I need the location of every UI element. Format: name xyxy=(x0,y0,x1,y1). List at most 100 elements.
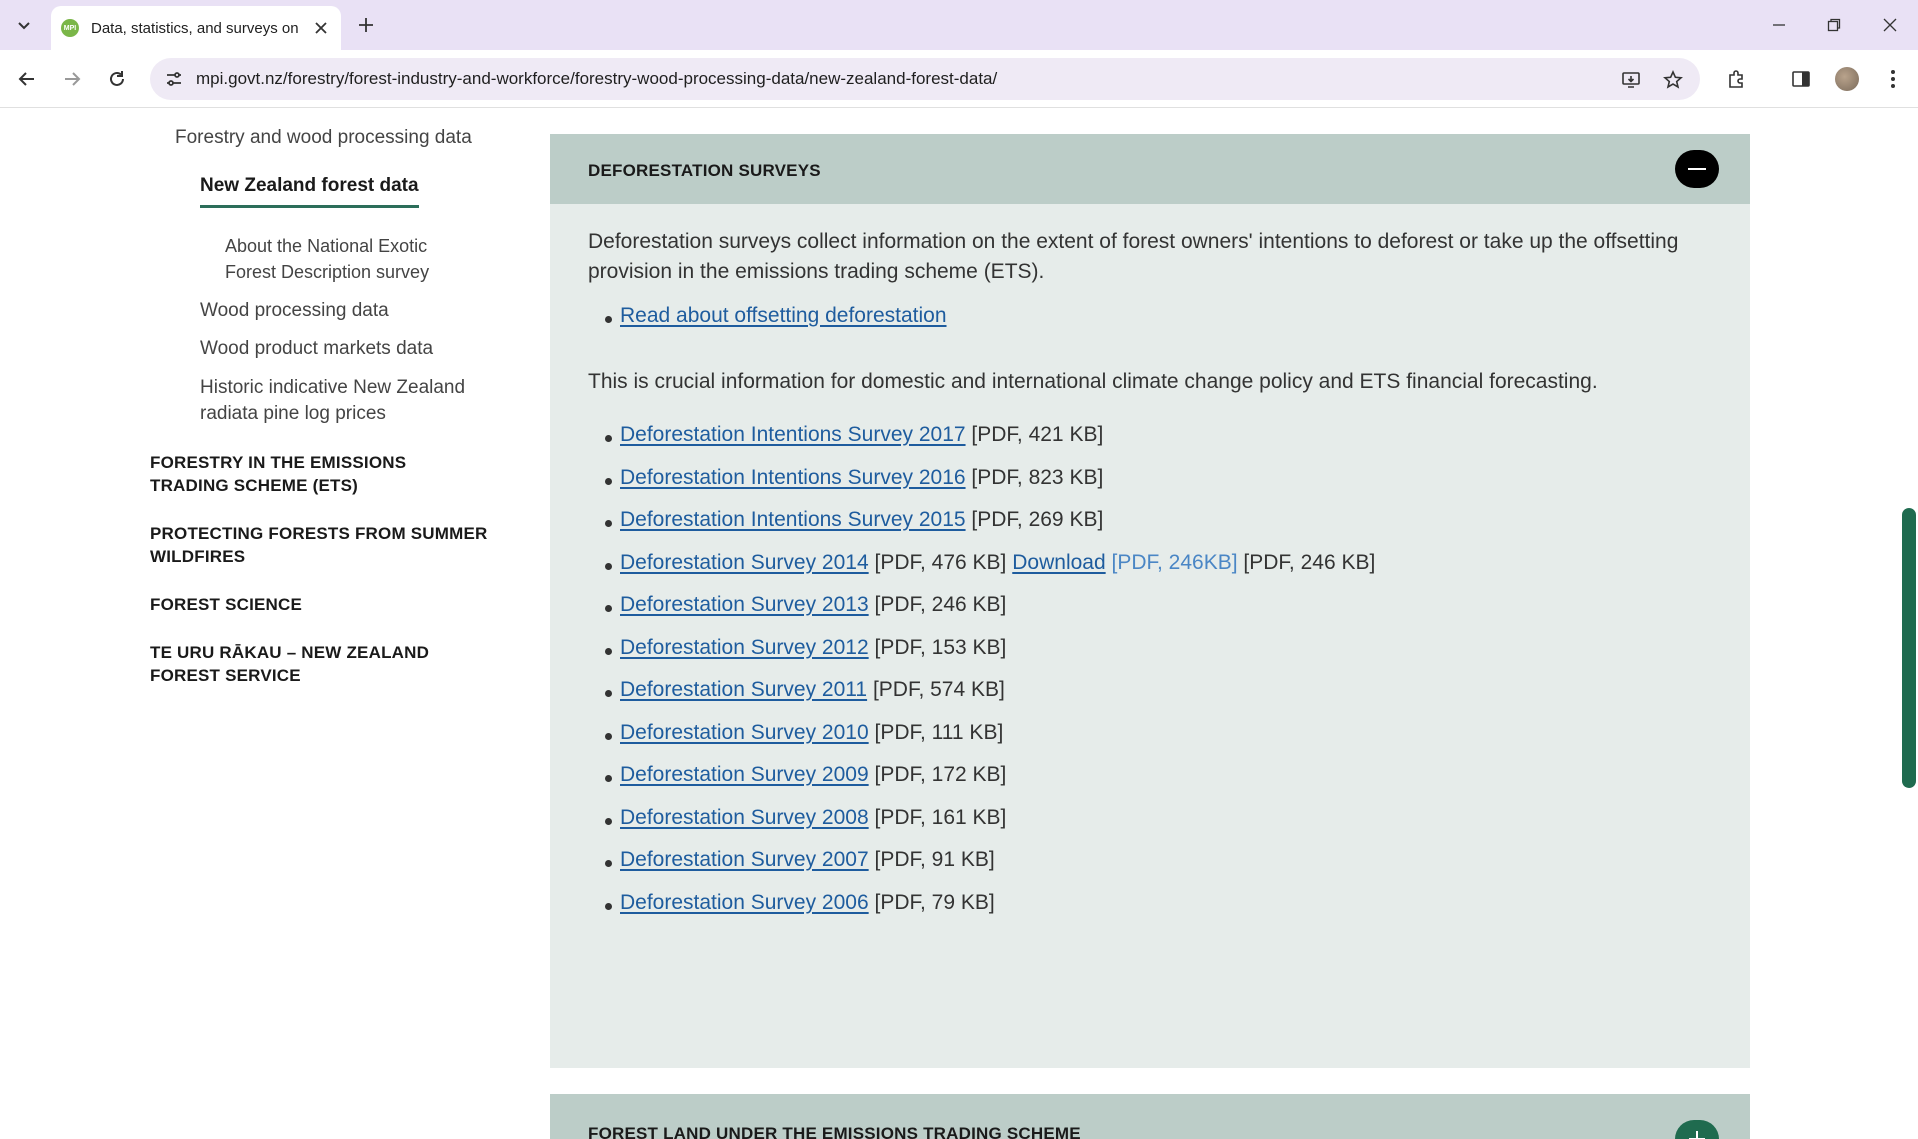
sidebar-item-wildfires[interactable]: PROTECTING FORESTS FROM SUMMER WILDFIRES xyxy=(150,522,490,568)
mpi-favicon-icon: MPI xyxy=(61,19,79,37)
sidebar-item-current[interactable]: New Zealand forest data xyxy=(200,173,419,208)
install-app-button[interactable] xyxy=(1618,67,1644,93)
collapse-button[interactable] xyxy=(1675,150,1719,188)
accordion-header[interactable]: FOREST LAND UNDER THE EMISSIONS TRADING … xyxy=(550,1094,1750,1139)
active-tab[interactable]: MPI Data, statistics, and surveys on xyxy=(51,6,341,50)
download-meta[interactable]: [PDF, 246KB] xyxy=(1112,551,1238,574)
reload-icon xyxy=(110,71,124,86)
tune-icon xyxy=(167,72,181,86)
new-tab-button[interactable] xyxy=(352,11,380,39)
side-panel-icon xyxy=(1792,71,1810,87)
list-item: Deforestation Intentions Survey 2015 [PD… xyxy=(604,508,1104,532)
address-bar[interactable]: mpi.govt.nz/forestry/forest-industry-and… xyxy=(150,58,1700,100)
list-item: Read about offsetting deforestation xyxy=(605,304,947,328)
reload-button[interactable] xyxy=(101,63,133,95)
list-item: Deforestation Survey 2006 [PDF, 79 KB] xyxy=(605,891,995,915)
sidebar-item-log-prices[interactable]: Historic indicative New Zealand radiata … xyxy=(200,375,470,427)
page-content: Forestry and wood processing data New Ze… xyxy=(0,109,1918,1139)
list-item: Deforestation Survey 2008 [PDF, 161 KB] xyxy=(604,806,1007,830)
install-icon xyxy=(1622,72,1640,88)
window-close-button[interactable] xyxy=(1870,8,1910,42)
file-meta: [PDF, 823 KB] xyxy=(971,466,1104,489)
list-item: Deforestation Survey 2007 [PDF, 91 KB] xyxy=(605,848,995,872)
file-meta: [PDF, 172 KB] xyxy=(874,763,1007,786)
forest-land-ets-accordion: FOREST LAND UNDER THE EMISSIONS TRADING … xyxy=(550,1094,1750,1139)
plus-icon xyxy=(1689,1131,1705,1139)
minimize-button[interactable] xyxy=(1759,8,1799,42)
more-vert-icon xyxy=(1891,70,1895,88)
forward-button[interactable] xyxy=(56,63,88,95)
file-meta: [PDF, 111 KB] xyxy=(874,721,1004,744)
puzzle-icon xyxy=(1729,70,1743,88)
survey-link[interactable]: Deforestation Survey 2006 xyxy=(620,891,869,914)
restore-icon xyxy=(1827,18,1841,32)
file-meta: [PDF, 269 KB] xyxy=(971,508,1104,531)
file-meta: [PDF, 574 KB] xyxy=(872,678,1005,701)
bookmark-button[interactable] xyxy=(1660,67,1686,93)
arrow-right-icon xyxy=(65,72,81,86)
url-text[interactable]: mpi.govt.nz/forestry/forest-industry-and… xyxy=(196,69,997,89)
survey-link[interactable]: Deforestation Survey 2009 xyxy=(620,763,869,786)
sidebar-item-wood-markets[interactable]: Wood product markets data xyxy=(200,336,433,362)
accordion-title: FOREST LAND UNDER THE EMISSIONS TRADING … xyxy=(588,1124,1081,1139)
sidebar-item-ets[interactable]: FORESTRY IN THE EMISSIONS TRADING SCHEME… xyxy=(150,451,490,497)
restore-button[interactable] xyxy=(1814,8,1854,42)
extensions-button[interactable] xyxy=(1720,63,1752,95)
file-meta: [PDF, 476 KB] xyxy=(874,551,1007,574)
list-item: Deforestation Survey 2014 [PDF, 476 KB] … xyxy=(604,551,1376,575)
survey-link[interactable]: Deforestation Survey 2010 xyxy=(620,721,869,744)
list-item: Deforestation Survey 2009 [PDF, 172 KB] xyxy=(604,763,1007,787)
file-meta: [PDF, 246 KB] xyxy=(1243,551,1376,574)
sidebar-item-wood-processing-data-parent[interactable]: Forestry and wood processing data xyxy=(175,127,472,149)
tab-title: Data, statistics, and surveys on xyxy=(91,19,299,37)
survey-link[interactable]: Deforestation Intentions Survey 2016 xyxy=(620,466,966,489)
site-info-button[interactable] xyxy=(162,67,186,91)
file-meta: [PDF, 91 KB] xyxy=(874,848,995,871)
star-icon xyxy=(1663,70,1683,89)
list-item: Deforestation Survey 2010 [PDF, 111 KB] xyxy=(604,721,1004,745)
close-icon xyxy=(1883,18,1897,32)
browser-toolbar: mpi.govt.nz/forestry/forest-industry-and… xyxy=(0,50,1918,108)
list-item: Deforestation Survey 2013 [PDF, 246 KB] xyxy=(604,593,1007,617)
intro-paragraph: Deforestation surveys collect informatio… xyxy=(588,230,1679,283)
list-item: Deforestation Intentions Survey 2016 [PD… xyxy=(604,466,1104,490)
survey-link[interactable]: Deforestation Survey 2007 xyxy=(620,848,869,871)
accordion-header[interactable]: DEFORESTATION SURVEYS xyxy=(550,134,1750,204)
survey-link[interactable]: Deforestation Survey 2008 xyxy=(620,806,869,829)
scrollbar-thumb[interactable] xyxy=(1902,508,1916,788)
list-item: Deforestation Intentions Survey 2017 [PD… xyxy=(604,423,1104,447)
tab-search-button[interactable] xyxy=(10,11,38,39)
back-button[interactable] xyxy=(11,63,43,95)
side-panel-button[interactable] xyxy=(1785,63,1817,95)
avatar xyxy=(1835,67,1859,91)
list-item: Deforestation Survey 2012 [PDF, 153 KB] xyxy=(604,636,1006,660)
file-meta: [PDF, 421 KB] xyxy=(971,423,1104,446)
close-icon xyxy=(315,22,327,34)
tab-close-button[interactable] xyxy=(311,18,331,38)
menu-button[interactable] xyxy=(1877,63,1909,95)
file-meta: [PDF, 161 KB] xyxy=(874,806,1007,829)
survey-link[interactable]: Deforestation Survey 2011 xyxy=(620,678,867,701)
deforestation-surveys-accordion: DEFORESTATION SURVEYS Deforestation surv… xyxy=(550,134,1750,1068)
sidebar-item-wood-processing[interactable]: Wood processing data xyxy=(200,298,389,324)
survey-link[interactable]: Deforestation Survey 2014 xyxy=(620,551,869,574)
profile-button[interactable] xyxy=(1831,63,1863,95)
arrow-left-icon xyxy=(18,72,34,86)
survey-link[interactable]: Deforestation Intentions Survey 2017 xyxy=(620,423,966,446)
survey-link[interactable]: Deforestation Survey 2013 xyxy=(620,593,869,616)
sidebar-item-forest-service[interactable]: TE URU RĀKAU – NEW ZEALAND FOREST SERVIC… xyxy=(150,641,490,687)
expand-button[interactable] xyxy=(1675,1120,1719,1139)
sidebar-item-forest-science[interactable]: FOREST SCIENCE xyxy=(150,593,490,616)
file-meta: [PDF, 79 KB] xyxy=(874,891,995,914)
offsetting-link[interactable]: Read about offsetting deforestation xyxy=(620,304,947,327)
survey-link[interactable]: Deforestation Survey 2012 xyxy=(620,636,869,659)
download-link[interactable]: Download xyxy=(1012,551,1105,574)
file-meta: [PDF, 246 KB] xyxy=(874,593,1007,616)
minus-icon xyxy=(1688,168,1706,170)
plus-icon xyxy=(359,18,373,32)
minimize-icon xyxy=(1773,24,1785,26)
chevron-down-icon xyxy=(18,22,30,30)
list-item: Deforestation Survey 2011 [PDF, 574 KB] xyxy=(605,678,1005,702)
survey-link[interactable]: Deforestation Intentions Survey 2015 xyxy=(620,508,966,531)
sidebar-item-about-survey[interactable]: About the National Exotic Forest Descrip… xyxy=(225,233,465,285)
